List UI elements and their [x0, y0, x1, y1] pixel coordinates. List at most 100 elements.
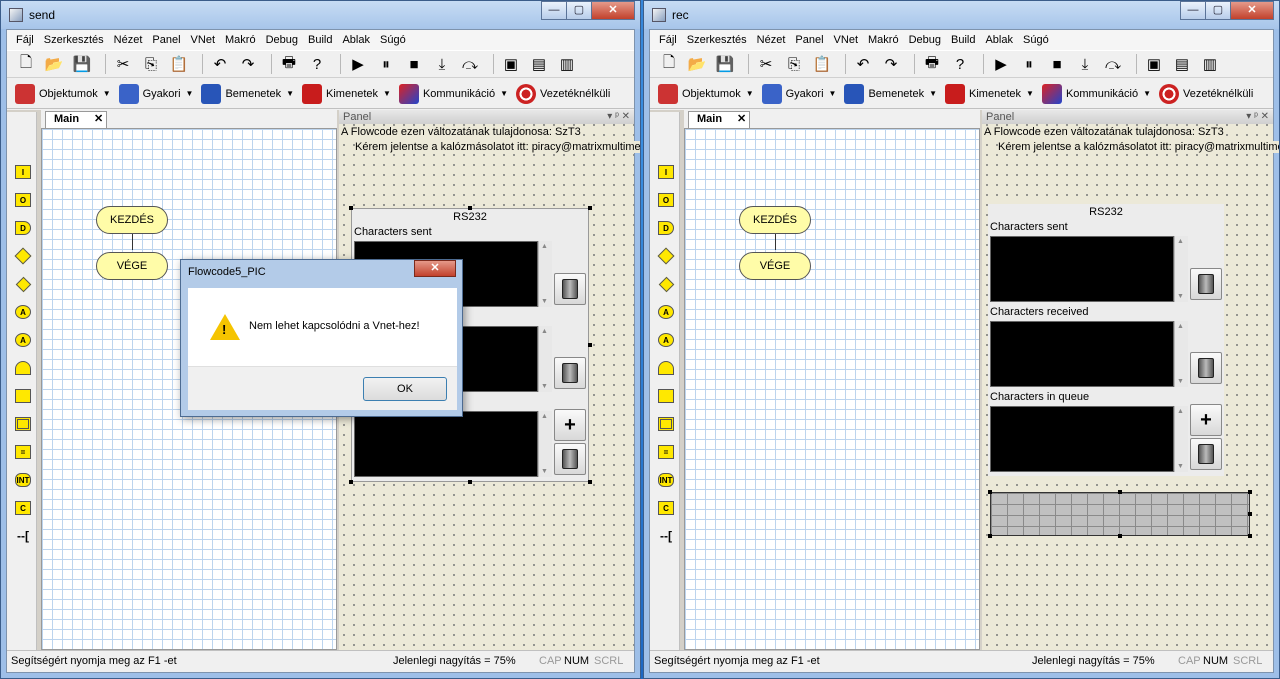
- panel-controls[interactable]: ▾ ᵖ ✕: [1246, 110, 1269, 124]
- add-button[interactable]: +: [554, 409, 586, 441]
- menu-file[interactable]: Fájl: [11, 34, 39, 46]
- lcd-display[interactable]: [990, 492, 1250, 536]
- scroll-up-icon[interactable]: ▲: [541, 243, 548, 250]
- decision-icon[interactable]: [656, 246, 676, 266]
- chip-icon[interactable]: ▥: [556, 53, 578, 75]
- connection-point-icon[interactable]: =: [656, 442, 676, 462]
- panel-controls[interactable]: ▾ ᵖ ✕: [607, 110, 630, 124]
- selection-handle[interactable]: [468, 480, 472, 484]
- scroll-down-icon[interactable]: ▼: [541, 468, 548, 475]
- interrupt-icon[interactable]: INT: [656, 470, 676, 490]
- flowchart-canvas[interactable]: KEZDÉS VÉGE: [684, 128, 980, 650]
- maximize-button[interactable]: ▢: [566, 1, 592, 20]
- category-objects[interactable]: Objektumok ▼: [658, 83, 754, 104]
- selection-handle[interactable]: [588, 206, 592, 210]
- component-macro-icon[interactable]: A: [13, 330, 33, 350]
- open-folder-icon[interactable]: 📂: [43, 53, 65, 75]
- menu-window[interactable]: Ablak: [337, 34, 375, 46]
- c-code-icon[interactable]: C: [13, 498, 33, 518]
- module-icon[interactable]: [13, 414, 33, 434]
- compile-hex-icon[interactable]: ▤: [528, 53, 550, 75]
- clear-queue-button[interactable]: [1190, 438, 1222, 470]
- characters-received-box[interactable]: [990, 321, 1174, 387]
- menu-help[interactable]: Súgó: [375, 34, 411, 46]
- scrollbar[interactable]: ▲ ▼: [1174, 406, 1188, 472]
- characters-queue-box[interactable]: [354, 411, 538, 477]
- menu-view[interactable]: Nézet: [752, 34, 791, 46]
- help-icon[interactable]: ?: [306, 53, 328, 75]
- step-into-icon[interactable]: ⤓: [431, 53, 453, 75]
- clear-queue-button[interactable]: [554, 443, 586, 475]
- clear-received-button[interactable]: [1190, 352, 1222, 384]
- ok-button[interactable]: OK: [363, 377, 447, 401]
- delay-icon[interactable]: D: [656, 218, 676, 238]
- category-inputs[interactable]: Bemenetek ▼: [201, 83, 294, 104]
- scroll-down-icon[interactable]: ▼: [541, 383, 548, 390]
- comment-icon[interactable]: --[: [656, 526, 676, 546]
- menu-window[interactable]: Ablak: [980, 34, 1018, 46]
- scrollbar[interactable]: ▲ ▼: [538, 326, 552, 392]
- open-folder-icon[interactable]: 📂: [686, 53, 708, 75]
- new-file-icon[interactable]: 🗋: [658, 53, 680, 75]
- selection-handle[interactable]: [588, 480, 592, 484]
- play-icon[interactable]: ▶: [347, 53, 369, 75]
- scroll-down-icon[interactable]: ▼: [541, 298, 548, 305]
- switch-icon[interactable]: [13, 274, 33, 294]
- decision-icon[interactable]: [13, 246, 33, 266]
- scroll-up-icon[interactable]: ▲: [1177, 238, 1184, 245]
- scroll-up-icon[interactable]: ▲: [1177, 408, 1184, 415]
- macro-call-icon[interactable]: [656, 386, 676, 406]
- category-objects[interactable]: Objektumok ▼: [15, 83, 111, 104]
- delay-icon[interactable]: D: [13, 218, 33, 238]
- selection-handle[interactable]: [988, 490, 992, 494]
- undo-icon[interactable]: ↶: [852, 53, 874, 75]
- cut-icon[interactable]: ✂: [112, 53, 134, 75]
- characters-sent-box[interactable]: [990, 236, 1174, 302]
- scroll-down-icon[interactable]: ▼: [1177, 293, 1184, 300]
- undo-icon[interactable]: ↶: [209, 53, 231, 75]
- play-icon[interactable]: ▶: [990, 53, 1012, 75]
- cut-icon[interactable]: ✂: [755, 53, 777, 75]
- minimize-button[interactable]: —: [1180, 1, 1206, 20]
- menu-view[interactable]: Nézet: [109, 34, 148, 46]
- menu-build[interactable]: Build: [303, 34, 337, 46]
- selection-handle[interactable]: [349, 480, 353, 484]
- copy-icon[interactable]: ⎘: [140, 53, 162, 75]
- menu-edit[interactable]: Szerkesztés: [682, 34, 752, 46]
- output-icon[interactable]: O: [13, 190, 33, 210]
- selection-handle[interactable]: [1118, 490, 1122, 494]
- menu-macro[interactable]: Makró: [863, 34, 904, 46]
- step-over-icon[interactable]: ⤼: [459, 53, 481, 75]
- clear-sent-button[interactable]: [1190, 268, 1222, 300]
- print-icon[interactable]: 🖶: [921, 53, 943, 75]
- scroll-down-icon[interactable]: ▼: [1177, 463, 1184, 470]
- menu-build[interactable]: Build: [946, 34, 980, 46]
- module-icon[interactable]: [656, 414, 676, 434]
- menu-debug[interactable]: Debug: [904, 34, 946, 46]
- save-icon[interactable]: 💾: [714, 53, 736, 75]
- c-code-icon[interactable]: C: [656, 498, 676, 518]
- paste-icon[interactable]: 📋: [811, 53, 833, 75]
- end-block[interactable]: VÉGE: [96, 252, 168, 280]
- end-block[interactable]: VÉGE: [739, 252, 811, 280]
- title-bar[interactable]: send — ▢ ✕: [1, 1, 640, 29]
- compile-c-icon[interactable]: ▣: [500, 53, 522, 75]
- pause-icon[interactable]: ⏸: [1018, 53, 1040, 75]
- menu-panel[interactable]: Panel: [147, 34, 185, 46]
- stop-icon[interactable]: ■: [403, 53, 425, 75]
- menu-file[interactable]: Fájl: [654, 34, 682, 46]
- category-wireless[interactable]: Vezetéknélküli: [1159, 83, 1253, 104]
- print-icon[interactable]: 🖶: [278, 53, 300, 75]
- category-common[interactable]: Gyakori ▼: [118, 83, 193, 104]
- minimize-button[interactable]: —: [541, 1, 567, 20]
- category-wireless[interactable]: Vezetéknélküli: [516, 83, 610, 104]
- selection-handle[interactable]: [588, 343, 592, 347]
- connection-point-icon[interactable]: =: [13, 442, 33, 462]
- close-button[interactable]: ✕: [1230, 1, 1274, 20]
- scrollbar[interactable]: ▲ ▼: [538, 411, 552, 477]
- chip-icon[interactable]: ▥: [1199, 53, 1221, 75]
- comment-icon[interactable]: --[: [13, 526, 33, 546]
- new-file-icon[interactable]: 🗋: [15, 53, 37, 75]
- title-bar[interactable]: rec — ▢ ✕: [644, 1, 1279, 29]
- start-block[interactable]: KEZDÉS: [739, 206, 811, 234]
